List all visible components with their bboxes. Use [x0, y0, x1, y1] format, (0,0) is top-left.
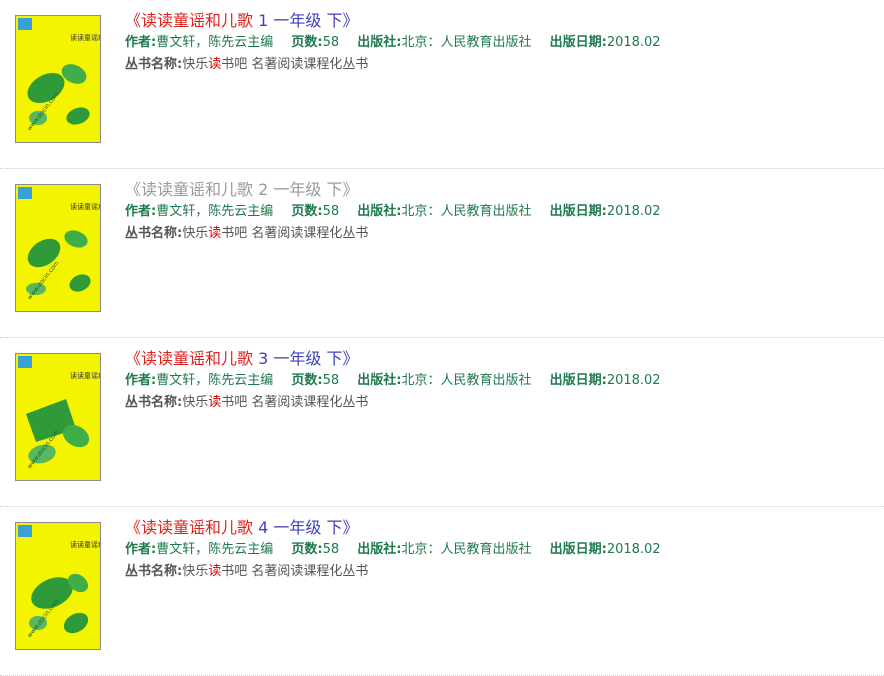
book-list: 读读童谣和儿歌 www.docin.com 《读读童谣和儿歌 1 一年级 下》 …	[0, 0, 884, 676]
title-bracket: 《	[125, 180, 142, 199]
series-text-a: 快乐	[182, 564, 209, 579]
book-item: 读读童谣和儿歌 www.docin.com 《读读童谣和儿歌 3 一年级 下》 …	[0, 338, 884, 507]
pages-label: 页数:	[291, 35, 323, 50]
book-info: 《读读童谣和儿歌 1 一年级 下》 作者:曹文轩，陈先云主编 页数:58 出版社…	[125, 10, 865, 76]
author-label: 作者:	[125, 204, 157, 219]
date-label: 出版日期:	[549, 542, 607, 557]
book-cover-image[interactable]: 读读童谣和儿歌 www.docin.com	[15, 184, 101, 312]
date-value: 2018.02	[606, 204, 661, 219]
date-value: 2018.02	[606, 373, 661, 388]
pages-label: 页数:	[291, 204, 323, 219]
date-label: 出版日期:	[549, 35, 607, 50]
author-value: 曹文轩，陈先云主编	[156, 35, 274, 50]
title-bracket: 《	[125, 518, 142, 537]
title-name: 读读童谣和儿歌	[141, 180, 254, 199]
book-meta: 作者:曹文轩，陈先云主编 页数:58 出版社:北京：人民教育出版社 出版日期:2…	[125, 539, 865, 561]
series-text-a: 快乐	[182, 57, 209, 72]
book-cover-image[interactable]: 读读童谣和儿歌 www.docin.com	[15, 15, 101, 143]
title-name: 读读童谣和儿歌	[141, 11, 254, 30]
date-label: 出版日期:	[549, 373, 607, 388]
pages-value: 58	[322, 204, 340, 219]
book-series: 丛书名称:快乐读书吧 名著阅读课程化丛书	[125, 392, 865, 414]
cover-title-text: 读读童谣和儿歌	[70, 33, 100, 42]
publisher-label: 出版社:	[357, 542, 402, 557]
series-text-b: 书吧 名著阅读课程化丛书	[221, 57, 369, 72]
cover-title-text: 读读童谣和儿歌	[70, 371, 100, 380]
series-text-b: 书吧 名著阅读课程化丛书	[221, 564, 369, 579]
series-label: 丛书名称:	[125, 564, 183, 579]
book-meta: 作者:曹文轩，陈先云主编 页数:58 出版社:北京：人民教育出版社 出版日期:2…	[125, 32, 865, 54]
pages-value: 58	[322, 35, 340, 50]
series-label: 丛书名称:	[125, 57, 183, 72]
book-series: 丛书名称:快乐读书吧 名著阅读课程化丛书	[125, 223, 865, 245]
series-highlight: 读	[208, 564, 222, 579]
series-text-b: 书吧 名著阅读课程化丛书	[221, 395, 369, 410]
series-highlight: 读	[208, 226, 222, 241]
title-volume: 2 一年级 下》	[253, 180, 359, 199]
cover-illustration: 读读童谣和儿歌 www.docin.com	[16, 354, 100, 480]
pages-value: 58	[322, 542, 340, 557]
book-info: 《读读童谣和儿歌 4 一年级 下》 作者:曹文轩，陈先云主编 页数:58 出版社…	[125, 517, 865, 583]
publisher-label: 出版社:	[357, 204, 402, 219]
title-bracket: 《	[125, 11, 142, 30]
cover-illustration: 读读童谣和儿歌 www.docin.com	[16, 185, 100, 311]
publisher-value: 北京：人民教育出版社	[401, 373, 532, 388]
title-volume: 1 一年级 下》	[253, 11, 359, 30]
cover-illustration: 读读童谣和儿歌 www.docin.com	[16, 523, 100, 649]
book-info: 《读读童谣和儿歌 3 一年级 下》 作者:曹文轩，陈先云主编 页数:58 出版社…	[125, 348, 865, 414]
series-label: 丛书名称:	[125, 226, 183, 241]
book-title-link[interactable]: 《读读童谣和儿歌 3 一年级 下》	[125, 348, 865, 370]
book-title-link[interactable]: 《读读童谣和儿歌 2 一年级 下》	[125, 179, 865, 201]
series-text-b: 书吧 名著阅读课程化丛书	[221, 226, 369, 241]
series-highlight: 读	[208, 57, 222, 72]
title-bracket: 《	[125, 349, 142, 368]
author-value: 曹文轩，陈先云主编	[156, 542, 274, 557]
publisher-value: 北京：人民教育出版社	[401, 542, 532, 557]
book-series: 丛书名称:快乐读书吧 名著阅读课程化丛书	[125, 561, 865, 583]
book-info: 《读读童谣和儿歌 2 一年级 下》 作者:曹文轩，陈先云主编 页数:58 出版社…	[125, 179, 865, 245]
publisher-value: 北京：人民教育出版社	[401, 35, 532, 50]
publisher-value: 北京：人民教育出版社	[401, 204, 532, 219]
pages-label: 页数:	[291, 542, 323, 557]
date-value: 2018.02	[606, 35, 661, 50]
title-volume: 4 一年级 下》	[253, 518, 359, 537]
book-cover-image[interactable]: 读读童谣和儿歌 www.docin.com	[15, 353, 101, 481]
cover-illustration: 读读童谣和儿歌 www.docin.com	[16, 16, 100, 142]
author-label: 作者:	[125, 373, 157, 388]
book-title-link[interactable]: 《读读童谣和儿歌 1 一年级 下》	[125, 10, 865, 32]
date-value: 2018.02	[606, 542, 661, 557]
title-name: 读读童谣和儿歌	[141, 518, 254, 537]
book-meta: 作者:曹文轩，陈先云主编 页数:58 出版社:北京：人民教育出版社 出版日期:2…	[125, 370, 865, 392]
author-label: 作者:	[125, 35, 157, 50]
pages-value: 58	[322, 373, 340, 388]
author-value: 曹文轩，陈先云主编	[156, 373, 274, 388]
series-text-a: 快乐	[182, 395, 209, 410]
pages-label: 页数:	[291, 373, 323, 388]
cover-title-text: 读读童谣和儿歌	[70, 202, 100, 211]
book-title-link[interactable]: 《读读童谣和儿歌 4 一年级 下》	[125, 517, 865, 539]
publisher-label: 出版社:	[357, 373, 402, 388]
title-name: 读读童谣和儿歌	[141, 349, 254, 368]
book-item: 读读童谣和儿歌 www.docin.com 《读读童谣和儿歌 4 一年级 下》 …	[0, 507, 884, 676]
book-meta: 作者:曹文轩，陈先云主编 页数:58 出版社:北京：人民教育出版社 出版日期:2…	[125, 201, 865, 223]
series-label: 丛书名称:	[125, 395, 183, 410]
book-item: 读读童谣和儿歌 www.docin.com 《读读童谣和儿歌 1 一年级 下》 …	[0, 0, 884, 169]
book-item: 读读童谣和儿歌 www.docin.com 《读读童谣和儿歌 2 一年级 下》 …	[0, 169, 884, 338]
series-text-a: 快乐	[182, 226, 209, 241]
series-highlight: 读	[208, 395, 222, 410]
publisher-label: 出版社:	[357, 35, 402, 50]
author-label: 作者:	[125, 542, 157, 557]
date-label: 出版日期:	[549, 204, 607, 219]
title-volume: 3 一年级 下》	[253, 349, 359, 368]
cover-title-text: 读读童谣和儿歌	[70, 540, 100, 549]
author-value: 曹文轩，陈先云主编	[156, 204, 274, 219]
book-series: 丛书名称:快乐读书吧 名著阅读课程化丛书	[125, 54, 865, 76]
book-cover-image[interactable]: 读读童谣和儿歌 www.docin.com	[15, 522, 101, 650]
